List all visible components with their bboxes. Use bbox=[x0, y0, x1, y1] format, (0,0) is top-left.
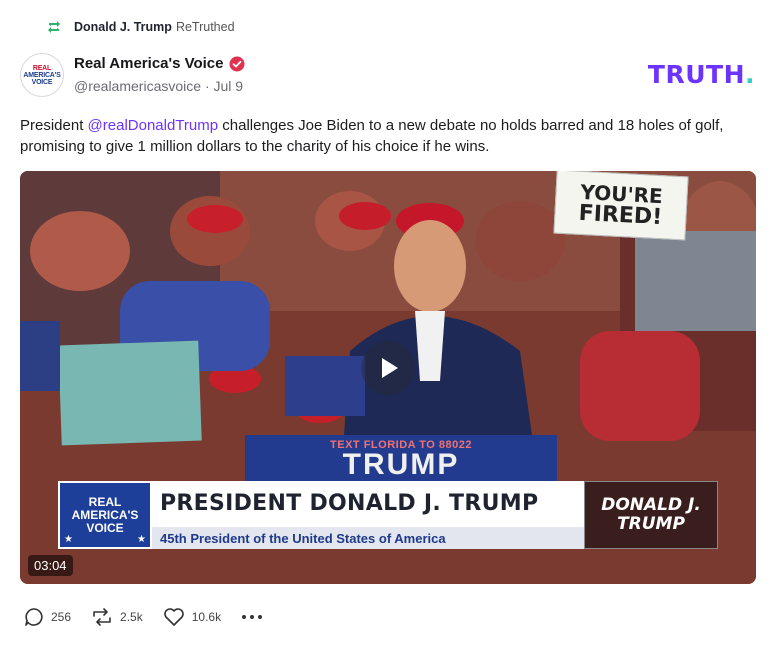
verified-badge-icon bbox=[229, 56, 245, 71]
video-player[interactable]: YOU'RE FIRED! TEXT FLORIDA TO 88022 TRUM… bbox=[20, 171, 756, 584]
play-button[interactable] bbox=[361, 341, 415, 395]
more-icon bbox=[242, 615, 263, 619]
author-block: Real America's Voice @realamericasvoice … bbox=[74, 55, 245, 94]
post-text-prefix: President bbox=[20, 117, 88, 134]
more-options-button[interactable] bbox=[241, 614, 263, 620]
podium-sign: TEXT FLORIDA TO 88022 TRUMP bbox=[245, 435, 557, 485]
retruth-button[interactable]: 2.5k bbox=[91, 607, 143, 627]
mention-link[interactable]: @realDonaldTrump bbox=[88, 117, 219, 134]
rav-stars: ★ ★ bbox=[64, 534, 146, 545]
retruth-header[interactable]: Donald J. Trump ReTruthed bbox=[46, 19, 235, 35]
star-icon: ★ bbox=[137, 534, 146, 545]
author-handle[interactable]: @realamericasvoice bbox=[74, 78, 201, 94]
meta-separator: · bbox=[204, 78, 210, 94]
news-lower-third: REAL AMERICA'S VOICE ★ ★ PRESIDENT DONALD… bbox=[58, 481, 718, 549]
avatar-text-line-3: VOICE bbox=[31, 78, 53, 86]
truth-logo-dot: . bbox=[745, 60, 755, 89]
rav-logo-box: REAL AMERICA'S VOICE ★ ★ bbox=[58, 481, 152, 549]
like-count: 10.6k bbox=[191, 610, 222, 624]
post-date[interactable]: Jul 9 bbox=[214, 78, 244, 94]
donald-trump-badge: DONALD J. TRUMP bbox=[584, 481, 718, 549]
retruth-label: ReTruthed bbox=[175, 20, 235, 34]
reply-icon bbox=[25, 608, 43, 626]
retruth-icon bbox=[48, 21, 60, 33]
post-text: President @realDonaldTrump challenges Jo… bbox=[20, 115, 755, 157]
like-button[interactable]: 10.6k bbox=[163, 607, 221, 627]
badge-line-2: TRUMP bbox=[617, 514, 685, 534]
retruth-user-name[interactable]: Donald J. Trump bbox=[74, 20, 172, 34]
reply-button[interactable]: 256 bbox=[24, 607, 71, 627]
video-duration: 03:04 bbox=[28, 555, 73, 576]
lower-third-name-bar: PRESIDENT DONALD J. TRUMP 45th President… bbox=[152, 481, 584, 549]
retruth-icon bbox=[93, 608, 111, 626]
rav-logo-line-3: VOICE bbox=[86, 520, 124, 535]
author-avatar[interactable]: REAL AMERICA'S VOICE bbox=[20, 53, 64, 97]
avatar-text-line-1: REAL bbox=[32, 64, 52, 72]
author-display-name[interactable]: Real America's Voice bbox=[74, 55, 223, 72]
lower-third-subtitle: 45th President of the United States of A… bbox=[160, 531, 446, 546]
author-meta: @realamericasvoice · Jul 9 bbox=[74, 78, 245, 94]
sign-line-2: FIRED! bbox=[578, 200, 663, 231]
play-icon bbox=[382, 358, 398, 378]
heart-icon bbox=[163, 608, 184, 626]
truth-logo-text: TRUTH bbox=[647, 60, 745, 89]
star-icon: ★ bbox=[64, 534, 73, 545]
badge-line-1: DONALD J. bbox=[601, 495, 701, 515]
post-actions: 256 2.5k 10.6k bbox=[24, 607, 263, 627]
avatar-text-line-2: AMERICA'S bbox=[23, 71, 61, 79]
rav-logo-line-2: AMERICA'S bbox=[71, 507, 139, 522]
reply-count: 256 bbox=[51, 610, 72, 624]
rav-logo-line-1: REAL bbox=[88, 494, 122, 509]
truth-logo[interactable]: TRUTH. bbox=[648, 60, 755, 89]
retruth-count: 2.5k bbox=[120, 610, 143, 624]
podium-text-large: TRUMP bbox=[342, 448, 460, 481]
lower-third-title: PRESIDENT DONALD J. TRUMP bbox=[160, 491, 539, 516]
youre-fired-sign: YOU'RE FIRED! bbox=[553, 171, 689, 241]
